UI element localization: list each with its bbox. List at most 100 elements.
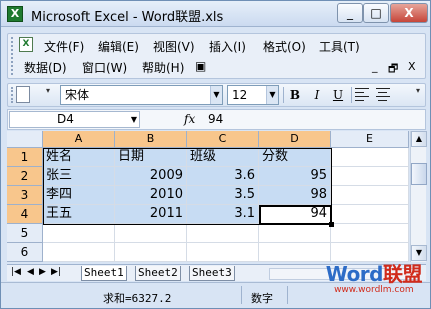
chevron-down-icon[interactable]: ▼ xyxy=(131,112,137,127)
cell-e3[interactable] xyxy=(331,186,409,205)
sheet-tab-1[interactable]: Sheet1 xyxy=(81,266,127,281)
row-header[interactable]: 2 xyxy=(7,167,43,186)
cell-a6[interactable] xyxy=(43,243,115,262)
row-header[interactable]: 4 xyxy=(7,205,43,224)
cell-b6[interactable] xyxy=(115,243,187,262)
title-bar: X Microsoft Excel - Word联盟.xls _ □ X xyxy=(1,1,430,27)
research-icon[interactable]: ▣ xyxy=(195,59,206,73)
doc-minimize-button[interactable]: _ xyxy=(372,60,378,73)
menu-view[interactable]: 视图(V) xyxy=(153,38,195,55)
maximize-button[interactable]: □ xyxy=(363,3,389,23)
fill-handle[interactable] xyxy=(329,222,334,227)
cell-e4[interactable] xyxy=(331,205,409,224)
menu-help[interactable]: 帮助(H) xyxy=(142,59,184,76)
cell-d3[interactable]: 98 xyxy=(259,186,331,205)
status-mode: 数字 xyxy=(251,292,273,305)
menu-insert[interactable]: 插入(I) xyxy=(209,38,246,55)
doc-close-button[interactable]: X xyxy=(408,60,416,73)
cell-d6[interactable] xyxy=(259,243,331,262)
cell-e1[interactable] xyxy=(331,148,409,167)
menu-edit[interactable]: 编辑(E) xyxy=(98,38,139,55)
scroll-thumb[interactable] xyxy=(411,163,427,185)
cell-b5[interactable] xyxy=(115,224,187,243)
column-header-b[interactable]: B xyxy=(115,131,187,148)
row-header[interactable]: 1 xyxy=(7,148,43,167)
window-title: Microsoft Excel - Word联盟.xls xyxy=(31,10,224,25)
new-document-icon[interactable] xyxy=(16,86,30,103)
function-icon[interactable]: fx xyxy=(184,112,195,126)
font-name-select[interactable]: 宋体 ▼ xyxy=(60,85,223,105)
column-header-e[interactable]: E xyxy=(331,131,409,148)
cell-b2[interactable]: 2009 xyxy=(115,167,187,186)
toolbar-grip[interactable] xyxy=(11,87,14,103)
menu-grip[interactable] xyxy=(11,37,15,75)
chevron-down-icon[interactable]: ▼ xyxy=(266,86,278,104)
align-center-icon[interactable] xyxy=(376,88,390,101)
cell-b4[interactable]: 2011 xyxy=(115,205,187,224)
cell-a3[interactable]: 李四 xyxy=(43,186,115,205)
bold-button[interactable]: B xyxy=(286,86,304,104)
select-all-corner[interactable] xyxy=(7,131,43,148)
cell-a2[interactable]: 张三 xyxy=(43,167,115,186)
cell-d1[interactable]: 分数 xyxy=(259,148,331,167)
cell-c1[interactable]: 班级 xyxy=(187,148,259,167)
menu-format[interactable]: 格式(O) xyxy=(263,38,306,55)
cell-a1[interactable]: 姓名 xyxy=(43,148,115,167)
name-box[interactable]: D4 ▼ xyxy=(9,111,140,128)
cell-a5[interactable] xyxy=(43,224,115,243)
doc-restore-button[interactable]: 🗗 xyxy=(388,60,398,79)
sheet-tab-3[interactable]: Sheet3 xyxy=(189,266,235,281)
toolbar-options-icon[interactable]: ▾ xyxy=(46,86,54,104)
italic-button[interactable]: I xyxy=(308,86,326,104)
font-size-select[interactable]: 12 ▼ xyxy=(227,85,279,105)
workbook-icon[interactable]: X xyxy=(19,37,33,52)
column-header-c[interactable]: C xyxy=(187,131,259,148)
menu-file[interactable]: 文件(F) xyxy=(44,38,84,55)
cell-d2[interactable]: 95 xyxy=(259,167,331,186)
toolbar-divider xyxy=(351,87,352,103)
status-divider xyxy=(241,286,242,304)
cell-c4[interactable]: 3.1 xyxy=(187,205,259,224)
toolbar-options-icon[interactable]: ▾ xyxy=(416,86,424,104)
last-sheet-icon[interactable]: ▶| xyxy=(51,267,61,277)
font-size-value: 12 xyxy=(232,88,248,102)
first-sheet-icon[interactable]: |◀ xyxy=(11,267,21,277)
close-button[interactable]: X xyxy=(390,3,428,23)
cell-c5[interactable] xyxy=(187,224,259,243)
column-header-a[interactable]: A xyxy=(43,131,115,148)
menu-window[interactable]: 窗口(W) xyxy=(82,59,127,76)
menu-tools[interactable]: 工具(T) xyxy=(319,38,360,55)
formatting-toolbar: ▾ 宋体 ▼ 12 ▼ B I U ▾ xyxy=(7,83,426,107)
row-header[interactable]: 5 xyxy=(7,224,43,243)
row-header[interactable]: 3 xyxy=(7,186,43,205)
prev-sheet-icon[interactable]: ◀ xyxy=(27,267,34,277)
cell-c3[interactable]: 3.5 xyxy=(187,186,259,205)
chevron-down-icon[interactable]: ▼ xyxy=(210,86,222,104)
worksheet-grid[interactable]: A B C D E 1 2 3 4 5 6 姓名 日期 班级 分数 张三 200… xyxy=(7,131,409,262)
excel-window: X Microsoft Excel - Word联盟.xls _ □ X X 文… xyxy=(0,0,431,309)
row-header[interactable]: 6 xyxy=(7,243,43,262)
menu-data[interactable]: 数据(D) xyxy=(24,59,67,76)
cell-b3[interactable]: 2010 xyxy=(115,186,187,205)
formula-bar: D4 ▼ fx 94 xyxy=(7,109,426,130)
excel-app-icon[interactable]: X xyxy=(7,6,23,22)
next-sheet-icon[interactable]: ▶ xyxy=(39,267,46,277)
align-left-icon[interactable] xyxy=(355,88,369,101)
column-header-d[interactable]: D xyxy=(259,131,331,148)
wordlm-watermark: Word联盟 www.wordlm.com xyxy=(326,258,423,295)
cell-b1[interactable]: 日期 xyxy=(115,148,187,167)
sheet-tab-2[interactable]: Sheet2 xyxy=(135,266,181,281)
cell-e5[interactable] xyxy=(331,224,409,243)
formula-input[interactable]: 94 xyxy=(208,112,223,126)
cell-c6[interactable] xyxy=(187,243,259,262)
status-sum: 求和=6327.2 xyxy=(103,292,172,305)
scroll-up-icon[interactable]: ▲ xyxy=(411,131,427,147)
cell-d5[interactable] xyxy=(259,224,331,243)
underline-button[interactable]: U xyxy=(329,86,347,104)
minimize-button[interactable]: _ xyxy=(337,3,363,23)
cell-c2[interactable]: 3.6 xyxy=(187,167,259,186)
vertical-scrollbar[interactable]: ▲ ▼ xyxy=(410,131,427,262)
font-name-value: 宋体 xyxy=(65,88,90,102)
cell-a4[interactable]: 王五 xyxy=(43,205,115,224)
cell-e2[interactable] xyxy=(331,167,409,186)
